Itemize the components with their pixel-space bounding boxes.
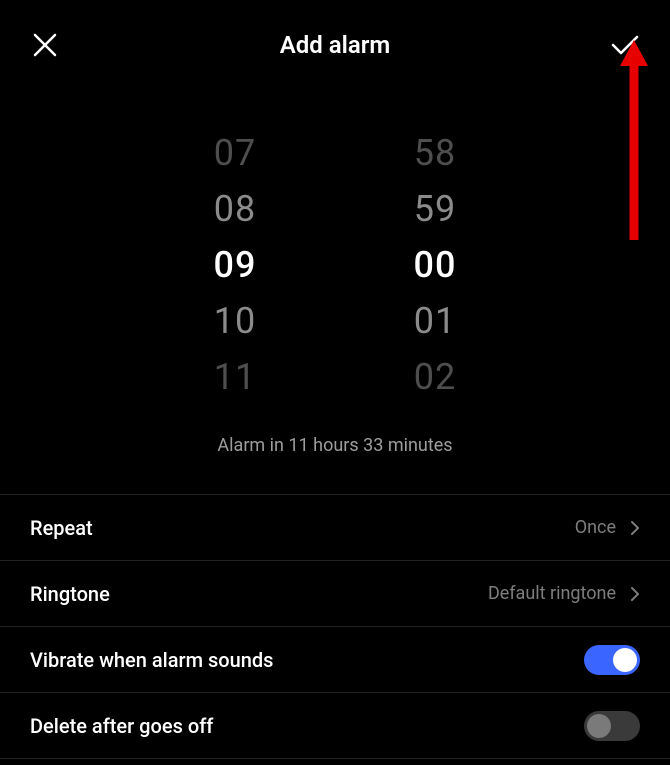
hour-option: 10 <box>205 293 265 349</box>
delete-after-toggle[interactable] <box>584 711 640 741</box>
hour-option: 11 <box>205 349 265 405</box>
confirm-button[interactable] <box>608 28 642 62</box>
check-icon <box>610 33 640 57</box>
minutes-column[interactable]: 58 59 00 01 02 <box>405 125 465 405</box>
settings-list: Repeat Once Ringtone Default ringtone Vi… <box>0 494 670 765</box>
hours-column[interactable]: 07 08 09 10 11 <box>205 125 265 405</box>
hour-option: 07 <box>205 125 265 181</box>
close-button[interactable] <box>28 28 62 62</box>
hour-selected: 09 <box>205 237 265 293</box>
minute-selected: 00 <box>405 237 465 293</box>
label-row: Label <box>0 759 670 765</box>
vibrate-row: Vibrate when alarm sounds <box>0 627 670 693</box>
repeat-row[interactable]: Repeat Once <box>0 495 670 561</box>
minute-option: 59 <box>405 181 465 237</box>
time-picker: 07 08 09 10 11 58 59 00 01 02 <box>0 125 670 405</box>
chevron-right-icon <box>630 520 640 536</box>
header: Add alarm <box>0 0 670 70</box>
minute-option: 01 <box>405 293 465 349</box>
vibrate-toggle[interactable] <box>584 645 640 675</box>
chevron-right-icon <box>630 586 640 602</box>
ringtone-value: Default ringtone <box>488 583 616 604</box>
ringtone-row[interactable]: Ringtone Default ringtone <box>0 561 670 627</box>
repeat-label: Repeat <box>30 516 93 540</box>
page-title: Add alarm <box>62 31 608 59</box>
minute-option: 58 <box>405 125 465 181</box>
minute-option: 02 <box>405 349 465 405</box>
hour-option: 08 <box>205 181 265 237</box>
delete-after-row: Delete after goes off <box>0 693 670 759</box>
close-icon <box>32 32 58 58</box>
ringtone-label: Ringtone <box>30 582 110 606</box>
vibrate-label: Vibrate when alarm sounds <box>30 648 273 672</box>
repeat-value: Once <box>575 517 616 538</box>
delete-after-label: Delete after goes off <box>30 714 213 738</box>
alarm-countdown-text: Alarm in 11 hours 33 minutes <box>0 435 670 456</box>
